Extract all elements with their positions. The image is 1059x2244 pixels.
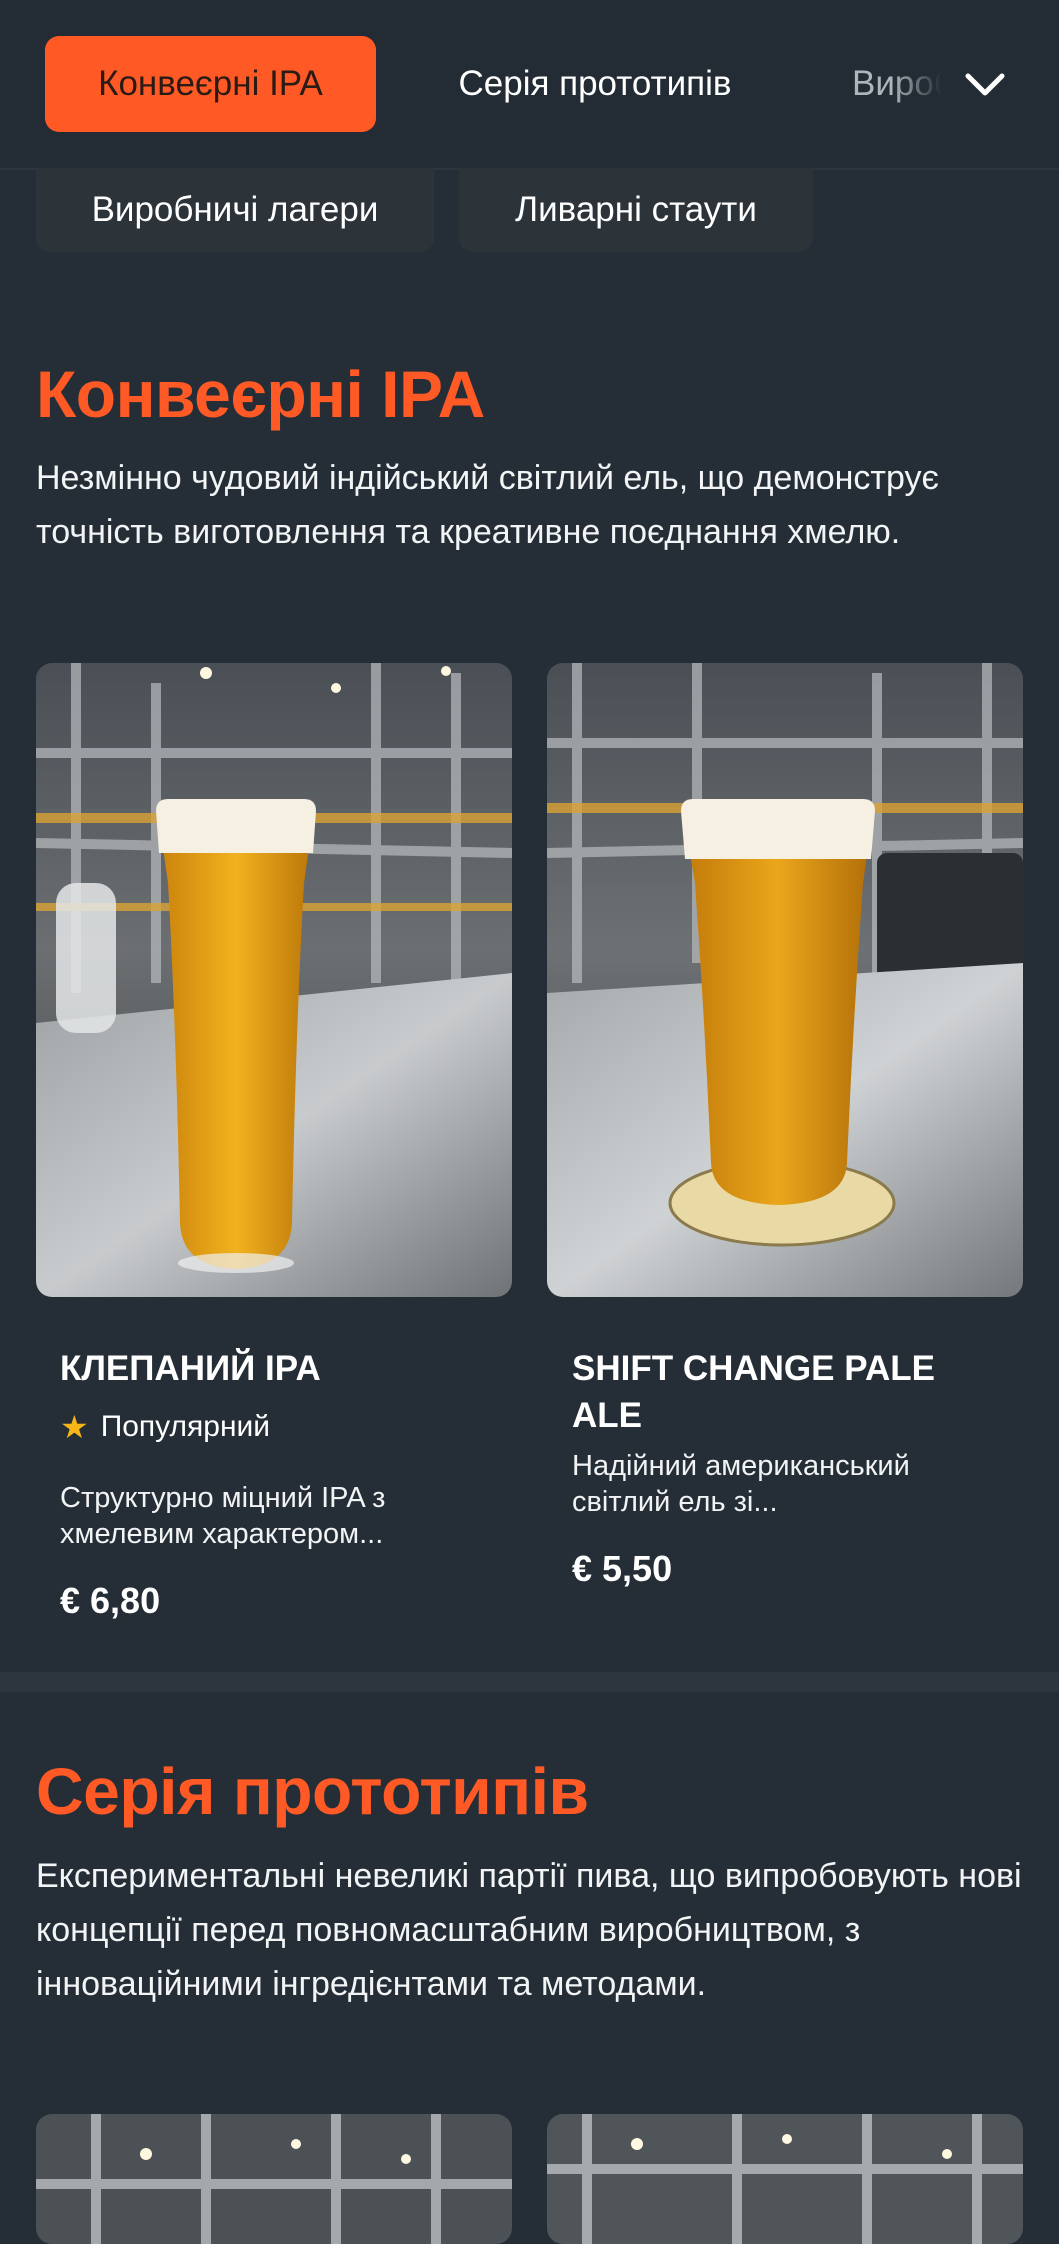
section-divider <box>0 1672 1059 1692</box>
popular-badge: ★ Популярний <box>60 1408 270 1446</box>
section-title: Конвеєрні IPA <box>36 357 485 431</box>
product-image[interactable] <box>547 2114 1023 2244</box>
section-description: Експериментальні невеликі партії пива, щ… <box>36 1857 1022 2003</box>
product-description: Структурно міцний IPA з хмелевим характе… <box>60 1482 386 1550</box>
star-icon: ★ <box>60 1409 89 1445</box>
chevron-down-icon[interactable] <box>960 60 1010 110</box>
product-image[interactable] <box>547 663 1023 1297</box>
category-pill-lagers[interactable]: Виробничі лагери <box>36 168 434 252</box>
product-price: € 6,80 <box>60 1580 161 1621</box>
product-name[interactable]: КЛЕПАНИЙ IPA <box>60 1345 480 1392</box>
category-nav: Конвеєрні IPA Серія прототипів Виробничі… <box>0 0 1059 170</box>
section-description: Незмінно чудовий індійський світлий ель,… <box>36 459 939 551</box>
popular-label: Популярний <box>100 1410 271 1443</box>
product-name[interactable]: SHIFT CHANGE PALE ALE <box>572 1345 992 1439</box>
tab-production-lagers[interactable]: Виробничі лагери <box>852 36 942 132</box>
tab-prototype-series[interactable]: Серія прототипів <box>420 36 770 132</box>
tab-conveyor-ipa[interactable]: Конвеєрні IPA <box>45 36 376 132</box>
section-title: Серія прототипів <box>36 1754 589 1828</box>
product-image[interactable] <box>36 2114 512 2244</box>
product-price: € 5,50 <box>572 1548 673 1589</box>
product-description: Надійний американський світлий ель зі... <box>572 1450 910 1518</box>
product-image[interactable] <box>36 663 512 1297</box>
category-pill-stouts[interactable]: Ливарні стаути <box>459 168 813 252</box>
